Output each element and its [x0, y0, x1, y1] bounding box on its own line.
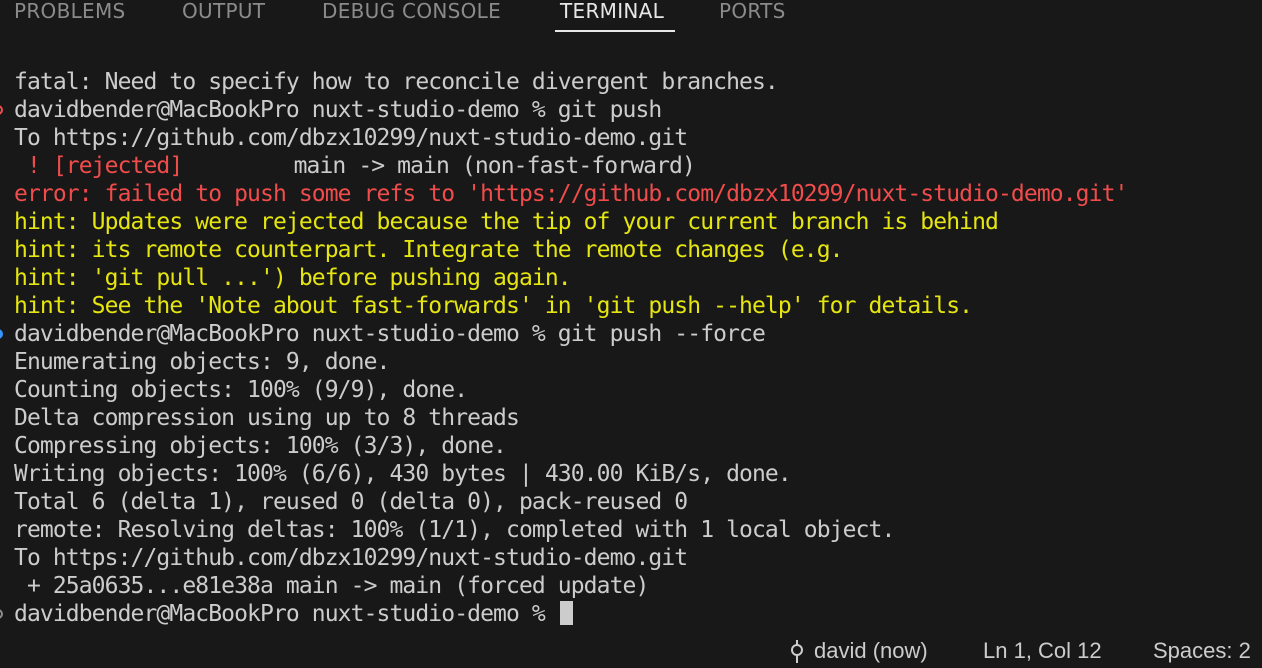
git-commit-icon [791, 640, 803, 664]
terminal-output[interactable]: fatal: Need to specify how to reconcile … [0, 68, 1262, 630]
command-error-decoration-icon[interactable] [0, 105, 3, 115]
terminal-line: Enumerating objects: 9, done. [14, 349, 390, 375]
terminal-line-rejected: ! [rejected] [14, 153, 183, 179]
terminal-line: Compressing objects: 100% (3/3), done. [14, 433, 507, 459]
terminal-hint-line: hint: its remote counterpart. Integrate … [14, 237, 844, 263]
cursor-position-status[interactable]: Ln 1, Col 12 [983, 636, 1102, 666]
terminal-line: Writing objects: 100% (6/6), 430 bytes |… [14, 461, 792, 487]
terminal-cursor [559, 601, 573, 625]
tab-debug-console[interactable]: DEBUG CONSOLE [322, 0, 501, 27]
prompt-text: davidbender@MacBookPro nuxt-studio-demo … [14, 601, 558, 627]
status-bar: david (now) Ln 1, Col 12 Spaces: 2 [0, 632, 1262, 668]
panel-tabs: PROBLEMS OUTPUT DEBUG CONSOLE TERMINAL P… [0, 0, 1262, 36]
terminal-line: remote: Resolving deltas: 100% (1/1), co… [14, 517, 895, 543]
terminal-hint-line: hint: 'git pull ...') before pushing aga… [14, 265, 572, 291]
git-blame-status[interactable]: david (now) [788, 636, 928, 666]
terminal-line: To https://github.com/dbzx10299/nuxt-stu… [14, 545, 688, 571]
terminal-line: Counting objects: 100% (9/9), done. [14, 377, 468, 403]
tab-terminal[interactable]: TERMINAL [560, 0, 664, 27]
terminal-line: Total 6 (delta 1), reused 0 (delta 0), p… [14, 489, 688, 515]
command-pending-decoration-icon[interactable] [0, 609, 3, 619]
tab-ports[interactable]: PORTS [719, 0, 786, 27]
command-success-decoration-icon[interactable] [0, 329, 3, 339]
terminal-line: fatal: Need to specify how to reconcile … [14, 69, 779, 95]
git-blame-author: david (now) [814, 638, 928, 663]
terminal-prompt-line: davidbender@MacBookPro nuxt-studio-demo … [14, 321, 766, 347]
indentation-status[interactable]: Spaces: 2 [1153, 636, 1251, 666]
tab-problems[interactable]: PROBLEMS [14, 0, 126, 27]
terminal-prompt-line: davidbender@MacBookPro nuxt-studio-demo … [14, 97, 662, 123]
terminal-error-line: error: failed to push some refs to 'http… [14, 181, 1128, 207]
terminal-line: To https://github.com/dbzx10299/nuxt-stu… [14, 125, 688, 151]
terminal-line: Delta compression using up to 8 threads [14, 405, 520, 431]
tab-output[interactable]: OUTPUT [182, 0, 265, 27]
terminal-hint-line: hint: Updates were rejected because the … [14, 209, 999, 235]
terminal-hint-line: hint: See the 'Note about fast-forwards'… [14, 293, 973, 319]
terminal-line-ref-update: main -> main (non-fast-forward) [190, 153, 696, 179]
terminal-current-prompt[interactable]: davidbender@MacBookPro nuxt-studio-demo … [14, 600, 573, 628]
active-tab-indicator [555, 30, 675, 32]
terminal-line: + 25a0635...e81e38a main -> main (forced… [14, 573, 649, 599]
